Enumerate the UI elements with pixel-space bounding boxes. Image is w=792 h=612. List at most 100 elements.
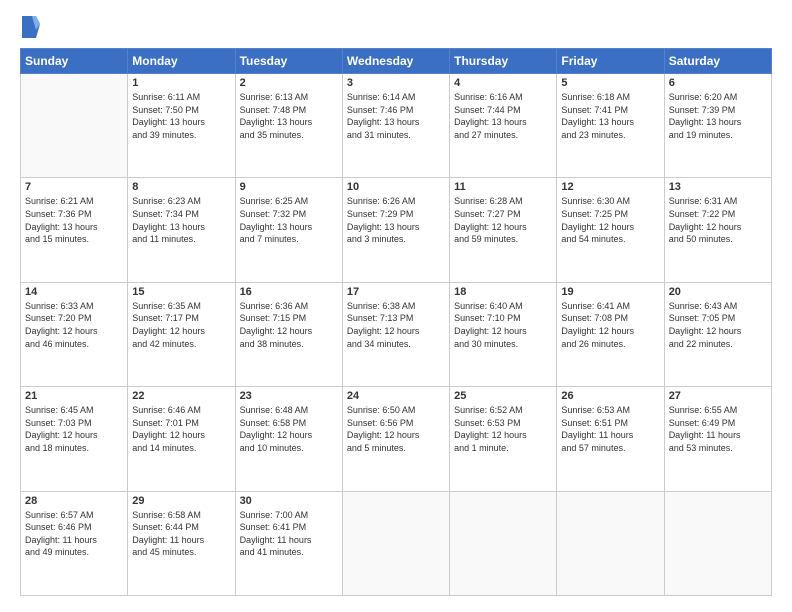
calendar-cell: 9 Sunrise: 6:25 AMSunset: 7:32 PMDaylight…: [235, 178, 342, 282]
calendar-cell: 3 Sunrise: 6:14 AMSunset: 7:46 PMDaylight…: [342, 74, 449, 178]
day-number: 25: [454, 390, 552, 402]
day-number: 5: [561, 77, 659, 89]
day-number: 7: [25, 181, 123, 193]
calendar-cell: 7 Sunrise: 6:21 AMSunset: 7:36 PMDaylight…: [21, 178, 128, 282]
day-number: 4: [454, 77, 552, 89]
day-number: 23: [240, 390, 338, 402]
calendar-cell: 30Sunrise: 7:00 AMSunset: 6:41 PMDayligh…: [235, 491, 342, 595]
day-info: Sunrise: 6:31 AMSunset: 7:22 PMDaylight:…: [669, 195, 767, 245]
day-info: Sunrise: 6:26 AMSunset: 7:29 PMDaylight:…: [347, 195, 445, 245]
day-number: 24: [347, 390, 445, 402]
header: [20, 16, 772, 38]
day-info: Sunrise: 6:43 AMSunset: 7:05 PMDaylight:…: [669, 300, 767, 350]
calendar-cell: 28Sunrise: 6:57 AMSunset: 6:46 PMDayligh…: [21, 491, 128, 595]
calendar-week-row: 14 Sunrise: 6:33 AMSunset: 7:20 PMDayligh…: [21, 282, 772, 386]
day-number: 22: [132, 390, 230, 402]
calendar-cell: 12Sunrise: 6:30 AMSunset: 7:25 PMDayligh…: [557, 178, 664, 282]
day-number: 27: [669, 390, 767, 402]
day-info: Sunrise: 6:40 AMSunset: 7:10 PMDaylight:…: [454, 300, 552, 350]
weekday-header: Tuesday: [235, 49, 342, 74]
calendar-cell: 25 Sunrise: 6:52 AMSunset: 6:53 PMDayligh…: [450, 387, 557, 491]
calendar-cell: 6 Sunrise: 6:20 AMSunset: 7:39 PMDaylight…: [664, 74, 771, 178]
day-number: 18: [454, 286, 552, 298]
day-number: 9: [240, 181, 338, 193]
logo: [20, 16, 46, 38]
calendar-week-row: 28Sunrise: 6:57 AMSunset: 6:46 PMDayligh…: [21, 491, 772, 595]
day-number: 19: [561, 286, 659, 298]
calendar-week-row: 21 Sunrise: 6:45 AMSunset: 7:03 PMDayligh…: [21, 387, 772, 491]
calendar-cell: [342, 491, 449, 595]
day-number: 1: [132, 77, 230, 89]
day-info: Sunrise: 6:50 AMSunset: 6:56 PMDaylight:…: [347, 404, 445, 454]
day-info: Sunrise: 6:58 AMSunset: 6:44 PMDaylight:…: [132, 509, 230, 559]
day-number: 12: [561, 181, 659, 193]
calendar-cell: [557, 491, 664, 595]
calendar-cell: 11Sunrise: 6:28 AMSunset: 7:27 PMDayligh…: [450, 178, 557, 282]
calendar-cell: 19 Sunrise: 6:41 AMSunset: 7:08 PMDayligh…: [557, 282, 664, 386]
calendar-cell: 26Sunrise: 6:53 AMSunset: 6:51 PMDayligh…: [557, 387, 664, 491]
day-number: 17: [347, 286, 445, 298]
calendar-cell: [21, 74, 128, 178]
day-info: Sunrise: 7:00 AMSunset: 6:41 PMDaylight:…: [240, 509, 338, 559]
day-info: Sunrise: 6:57 AMSunset: 6:46 PMDaylight:…: [25, 509, 123, 559]
calendar-cell: 20 Sunrise: 6:43 AMSunset: 7:05 PMDayligh…: [664, 282, 771, 386]
day-number: 29: [132, 495, 230, 507]
calendar-cell: 21 Sunrise: 6:45 AMSunset: 7:03 PMDayligh…: [21, 387, 128, 491]
calendar-cell: 27 Sunrise: 6:55 AMSunset: 6:49 PMDayligh…: [664, 387, 771, 491]
calendar-cell: 29 Sunrise: 6:58 AMSunset: 6:44 PMDayligh…: [128, 491, 235, 595]
day-info: Sunrise: 6:46 AMSunset: 7:01 PMDaylight:…: [132, 404, 230, 454]
day-info: Sunrise: 6:28 AMSunset: 7:27 PMDaylight:…: [454, 195, 552, 245]
day-info: Sunrise: 6:41 AMSunset: 7:08 PMDaylight:…: [561, 300, 659, 350]
day-number: 16: [240, 286, 338, 298]
calendar-cell: 5 Sunrise: 6:18 AMSunset: 7:41 PMDaylight…: [557, 74, 664, 178]
calendar-week-row: 7 Sunrise: 6:21 AMSunset: 7:36 PMDaylight…: [21, 178, 772, 282]
calendar-cell: [664, 491, 771, 595]
day-info: Sunrise: 6:38 AMSunset: 7:13 PMDaylight:…: [347, 300, 445, 350]
weekday-header: Friday: [557, 49, 664, 74]
logo-icon: [22, 16, 40, 38]
day-number: 8: [132, 181, 230, 193]
weekday-header: Sunday: [21, 49, 128, 74]
day-number: 13: [669, 181, 767, 193]
day-info: Sunrise: 6:21 AMSunset: 7:36 PMDaylight:…: [25, 195, 123, 245]
calendar-cell: 1 Sunrise: 6:11 AMSunset: 7:50 PMDaylight…: [128, 74, 235, 178]
day-number: 6: [669, 77, 767, 89]
calendar-cell: 10 Sunrise: 6:26 AMSunset: 7:29 PMDayligh…: [342, 178, 449, 282]
weekday-header: Wednesday: [342, 49, 449, 74]
day-info: Sunrise: 6:48 AMSunset: 6:58 PMDaylight:…: [240, 404, 338, 454]
weekday-header: Saturday: [664, 49, 771, 74]
day-info: Sunrise: 6:11 AMSunset: 7:50 PMDaylight:…: [132, 91, 230, 141]
day-number: 15: [132, 286, 230, 298]
day-info: Sunrise: 6:35 AMSunset: 7:17 PMDaylight:…: [132, 300, 230, 350]
weekday-header: Monday: [128, 49, 235, 74]
calendar-cell: 22 Sunrise: 6:46 AMSunset: 7:01 PMDayligh…: [128, 387, 235, 491]
day-info: Sunrise: 6:25 AMSunset: 7:32 PMDaylight:…: [240, 195, 338, 245]
calendar-cell: 14 Sunrise: 6:33 AMSunset: 7:20 PMDayligh…: [21, 282, 128, 386]
calendar-week-row: 1 Sunrise: 6:11 AMSunset: 7:50 PMDaylight…: [21, 74, 772, 178]
calendar-cell: 13 Sunrise: 6:31 AMSunset: 7:22 PMDayligh…: [664, 178, 771, 282]
weekday-header: Thursday: [450, 49, 557, 74]
day-info: Sunrise: 6:53 AMSunset: 6:51 PMDaylight:…: [561, 404, 659, 454]
day-info: Sunrise: 6:36 AMSunset: 7:15 PMDaylight:…: [240, 300, 338, 350]
day-info: Sunrise: 6:13 AMSunset: 7:48 PMDaylight:…: [240, 91, 338, 141]
calendar-cell: 2Sunrise: 6:13 AMSunset: 7:48 PMDaylight…: [235, 74, 342, 178]
day-number: 20: [669, 286, 767, 298]
calendar-cell: 17 Sunrise: 6:38 AMSunset: 7:13 PMDayligh…: [342, 282, 449, 386]
day-info: Sunrise: 6:16 AMSunset: 7:44 PMDaylight:…: [454, 91, 552, 141]
day-info: Sunrise: 6:52 AMSunset: 6:53 PMDaylight:…: [454, 404, 552, 454]
day-number: 10: [347, 181, 445, 193]
calendar-cell: 23 Sunrise: 6:48 AMSunset: 6:58 PMDayligh…: [235, 387, 342, 491]
day-info: Sunrise: 6:55 AMSunset: 6:49 PMDaylight:…: [669, 404, 767, 454]
day-number: 3: [347, 77, 445, 89]
day-number: 14: [25, 286, 123, 298]
day-info: Sunrise: 6:45 AMSunset: 7:03 PMDaylight:…: [25, 404, 123, 454]
day-info: Sunrise: 6:33 AMSunset: 7:20 PMDaylight:…: [25, 300, 123, 350]
day-number: 21: [25, 390, 123, 402]
calendar-table: SundayMondayTuesdayWednesdayThursdayFrid…: [20, 48, 772, 596]
calendar-cell: 24 Sunrise: 6:50 AMSunset: 6:56 PMDayligh…: [342, 387, 449, 491]
day-info: Sunrise: 6:14 AMSunset: 7:46 PMDaylight:…: [347, 91, 445, 141]
day-info: Sunrise: 6:18 AMSunset: 7:41 PMDaylight:…: [561, 91, 659, 141]
day-info: Sunrise: 6:20 AMSunset: 7:39 PMDaylight:…: [669, 91, 767, 141]
calendar-cell: 18 Sunrise: 6:40 AMSunset: 7:10 PMDayligh…: [450, 282, 557, 386]
calendar-cell: [450, 491, 557, 595]
